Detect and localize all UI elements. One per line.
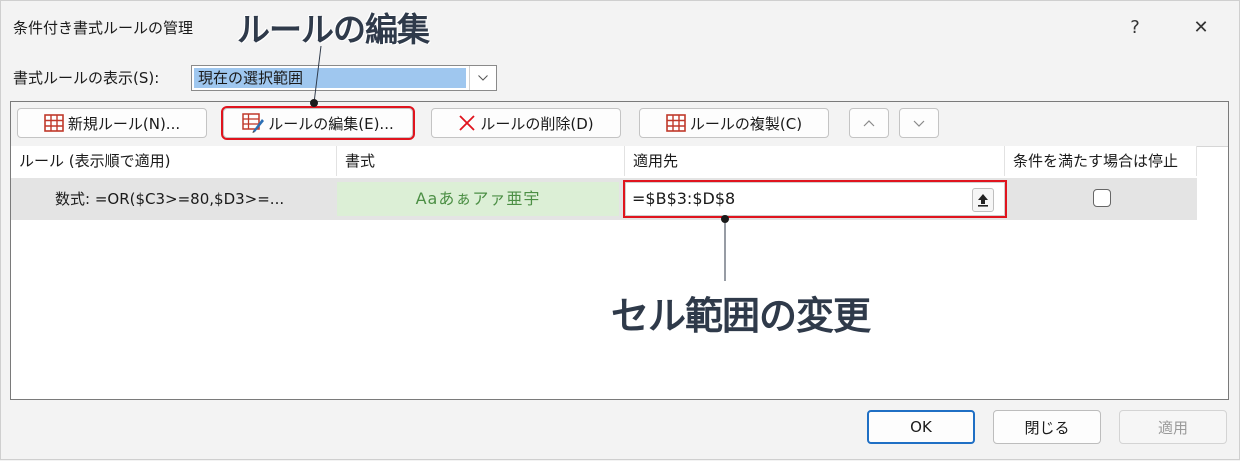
conditional-format-rules-dialog: 条件付き書式ルールの管理 ? ✕ ルールの編集 書式ルールの表示(S): 現在の… [0,0,1240,460]
apply-button[interactable]: 適用 [1119,410,1227,444]
annotation-connectors [310,45,729,281]
ok-button[interactable]: OK [867,410,975,444]
annotation-change-range: セル範囲の変更 [611,294,871,338]
close-dialog-button[interactable]: 閉じる [993,410,1101,444]
